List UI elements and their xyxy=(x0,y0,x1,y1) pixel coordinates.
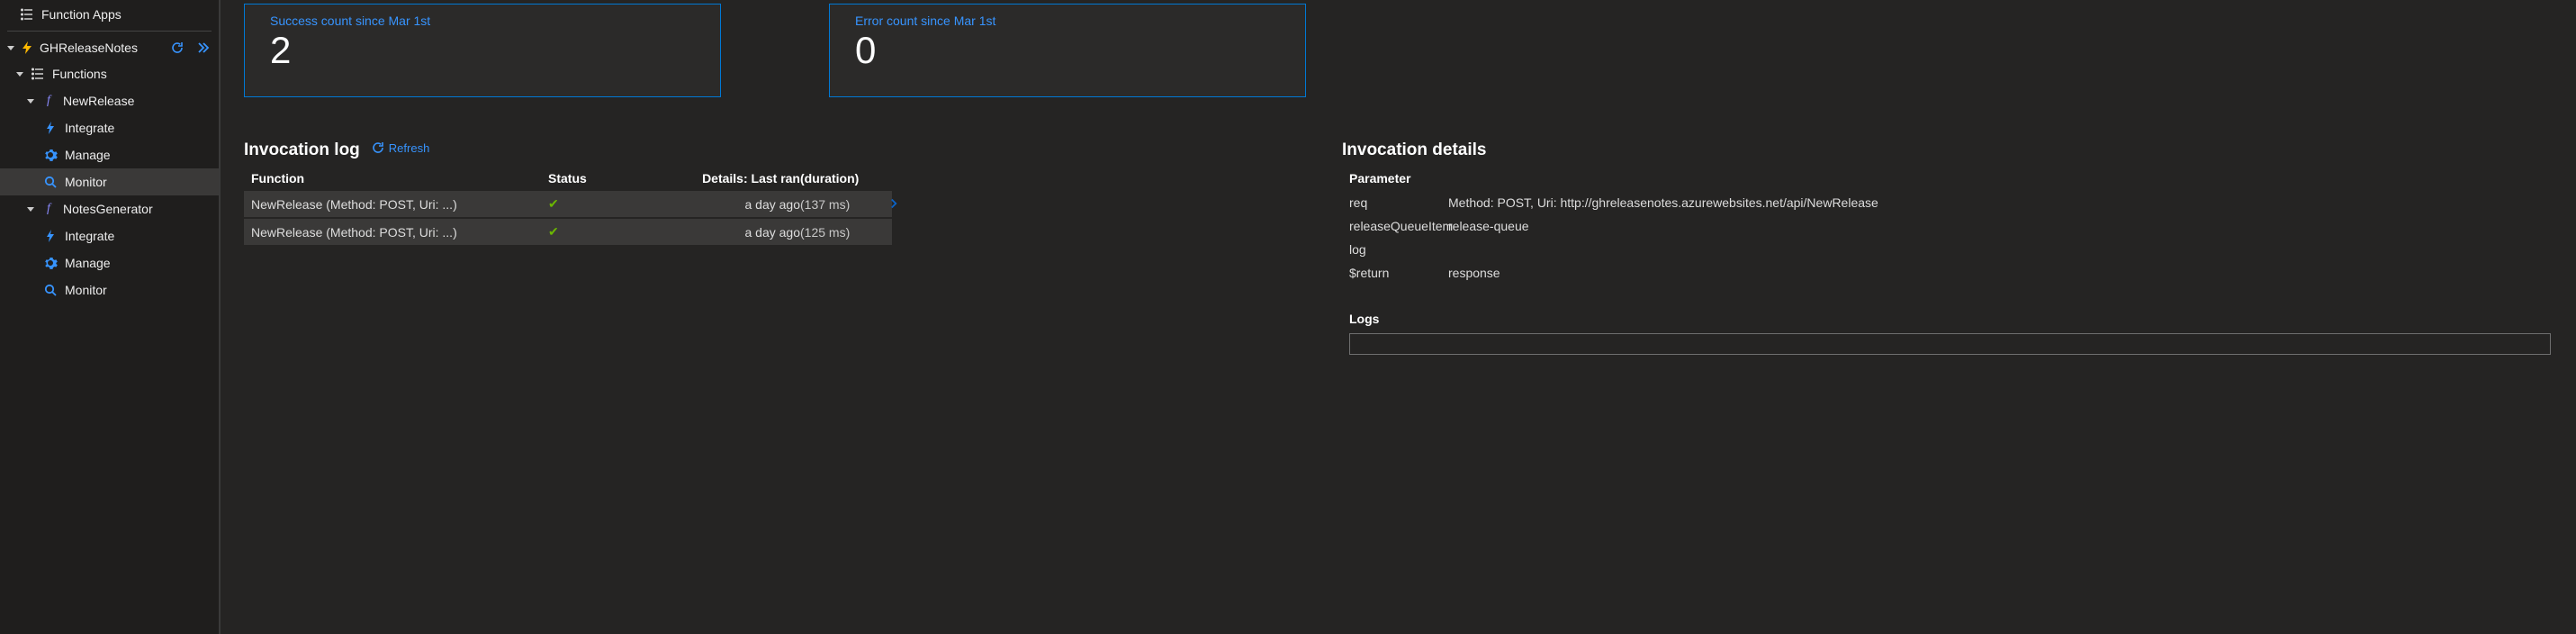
search-icon xyxy=(43,175,58,189)
function-row[interactable]: f NewRelease xyxy=(0,87,219,114)
invocation-log-head: Invocation log Refresh xyxy=(244,140,1306,160)
caret-down-icon xyxy=(27,99,34,104)
stat-label: Error count since Mar 1st xyxy=(855,14,1283,28)
col-status: Status xyxy=(548,171,647,186)
gear-icon xyxy=(43,256,58,270)
param-row: $return response xyxy=(1342,261,2558,285)
stat-value: 2 xyxy=(270,30,698,71)
col-function: Function xyxy=(251,171,548,186)
sidebar-header-label: Function Apps xyxy=(41,7,122,22)
sidebar-item-integrate[interactable]: Integrate xyxy=(0,114,219,141)
chevrons-right-icon[interactable] xyxy=(195,41,210,55)
param-name: log xyxy=(1349,242,1448,257)
list-icon xyxy=(20,7,34,22)
sidebar-header[interactable]: Function Apps xyxy=(7,0,212,32)
sidebar-item-label: Manage xyxy=(65,148,111,162)
invocation-details-title: Invocation details xyxy=(1342,140,2558,160)
cell-duration: (125 ms) xyxy=(800,225,872,240)
status-ok-icon: ✔ xyxy=(548,224,647,240)
refresh-label: Refresh xyxy=(389,141,430,155)
cell-function: NewRelease (Method: POST, Uri: ...) xyxy=(251,197,548,212)
invocation-row[interactable]: NewRelease (Method: POST, Uri: ...) ✔ a … xyxy=(244,191,892,217)
sidebar-item-monitor[interactable]: Monitor xyxy=(0,168,219,195)
invocation-table-header: Function Status Details: Last ran (durat… xyxy=(244,166,892,191)
param-value: response xyxy=(1448,266,2551,280)
cell-lastran: a day ago xyxy=(647,197,800,212)
sidebar-item-integrate[interactable]: Integrate xyxy=(0,222,219,249)
success-count-card[interactable]: Success count since Mar 1st 2 xyxy=(244,4,721,97)
functions-label: Functions xyxy=(52,67,107,81)
invocation-row[interactable]: NewRelease (Method: POST, Uri: ...) ✔ a … xyxy=(244,219,892,245)
sidebar-item-manage[interactable]: Manage xyxy=(0,141,219,168)
app-row[interactable]: GHReleaseNotes xyxy=(0,35,219,60)
chevron-right-icon xyxy=(872,197,899,212)
refresh-button[interactable]: Refresh xyxy=(371,141,430,155)
sidebar-item-label: Monitor xyxy=(65,283,107,297)
param-value: release-queue xyxy=(1448,219,2551,233)
col-duration: (duration) xyxy=(800,171,872,186)
refresh-icon[interactable] xyxy=(170,41,185,55)
sidebar-item-manage[interactable]: Manage xyxy=(0,249,219,276)
gear-icon xyxy=(43,148,58,162)
stats-row: Success count since Mar 1st 2 Error coun… xyxy=(244,4,1306,97)
param-value xyxy=(1448,242,2551,257)
param-row: req Method: POST, Uri: http://ghreleasen… xyxy=(1342,191,2558,214)
col-details: Details: Last ran xyxy=(647,171,800,186)
functions-group[interactable]: Functions xyxy=(0,60,219,87)
sidebar-item-label: Integrate xyxy=(65,229,114,243)
sidebar-item-monitor[interactable]: Monitor xyxy=(0,276,219,303)
cell-duration: (137 ms) xyxy=(800,197,872,212)
function-icon: f xyxy=(41,94,56,108)
sidebar-item-label: Integrate xyxy=(65,121,114,135)
search-icon xyxy=(43,283,58,297)
caret-down-icon xyxy=(27,207,34,212)
sidebar-item-label: Monitor xyxy=(65,175,107,189)
sidebar: Function Apps GHReleaseNotes xyxy=(0,0,221,634)
stat-label: Success count since Mar 1st xyxy=(270,14,698,28)
caret-down-icon xyxy=(7,46,14,50)
bolt-icon xyxy=(43,229,58,243)
param-header: Parameter xyxy=(1342,166,2558,191)
stat-value: 0 xyxy=(855,30,1283,71)
function-row[interactable]: f NotesGenerator xyxy=(0,195,219,222)
status-ok-icon: ✔ xyxy=(548,196,647,212)
refresh-icon xyxy=(371,142,385,154)
app-name: GHReleaseNotes xyxy=(40,41,165,55)
param-name: releaseQueueItem xyxy=(1349,219,1448,233)
function-icon: f xyxy=(41,202,56,216)
cell-lastran: a day ago xyxy=(647,225,800,240)
logs-header: Logs xyxy=(1342,306,2558,331)
function-name: NewRelease xyxy=(63,94,134,108)
param-value: Method: POST, Uri: http://ghreleasenotes… xyxy=(1448,195,2551,210)
caret-down-icon xyxy=(16,72,23,77)
bolt-icon xyxy=(43,121,58,135)
logs-box[interactable] xyxy=(1349,333,2551,355)
invocation-table: Function Status Details: Last ran (durat… xyxy=(244,166,892,245)
error-count-card[interactable]: Error count since Mar 1st 0 xyxy=(829,4,1306,97)
invocation-log-title: Invocation log xyxy=(244,140,360,160)
param-name: $return xyxy=(1349,266,1448,280)
cell-function: NewRelease (Method: POST, Uri: ...) xyxy=(251,225,548,240)
param-name: req xyxy=(1349,195,1448,210)
sidebar-item-label: Manage xyxy=(65,256,111,270)
main-panel: Success count since Mar 1st 2 Error coun… xyxy=(221,0,2576,634)
lightning-icon xyxy=(20,41,34,55)
param-row: log xyxy=(1342,238,2558,261)
list-icon xyxy=(31,67,45,81)
function-name: NotesGenerator xyxy=(63,202,153,216)
param-row: releaseQueueItem release-queue xyxy=(1342,214,2558,238)
